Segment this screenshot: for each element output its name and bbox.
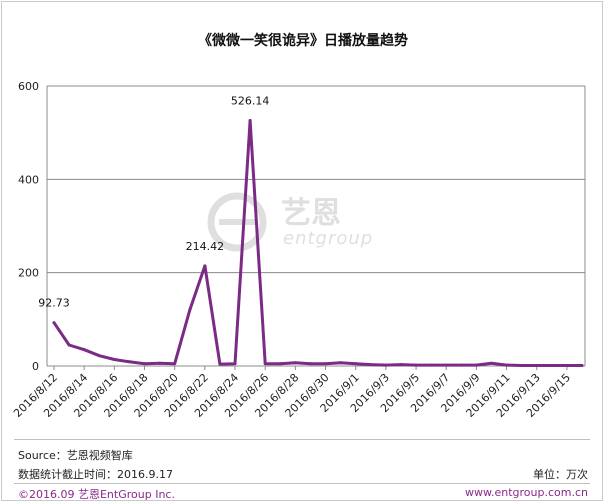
cutoff-note: 数据统计截止时间：2016.9.17 xyxy=(18,468,173,481)
data-label: 214.42 xyxy=(186,240,225,253)
line-chart: 0 200 400 600 2016/8/122016/8/142016/8/1620… xyxy=(11,80,586,420)
y-tick-label: 200 xyxy=(18,267,39,280)
y-axis-ticks: 0 200 400 600 xyxy=(18,80,39,373)
website-link[interactable]: www.entgroup.com.cn xyxy=(465,486,588,499)
data-point xyxy=(414,363,418,367)
data-point xyxy=(293,361,297,365)
source-note: Source：艺恩视频智库 xyxy=(18,449,133,462)
data-point xyxy=(67,343,71,347)
data-point xyxy=(354,362,358,366)
data-point xyxy=(520,364,524,368)
data-point xyxy=(474,363,478,367)
data-point xyxy=(429,363,433,367)
data-point xyxy=(248,118,252,122)
data-label: 92.73 xyxy=(38,297,70,310)
data-point xyxy=(233,362,237,366)
series-line xyxy=(52,118,584,368)
data-point xyxy=(535,364,539,368)
y-tick-label: 400 xyxy=(18,173,39,186)
data-point xyxy=(263,362,267,366)
data-point xyxy=(308,362,312,366)
data-point xyxy=(97,354,101,358)
data-point xyxy=(218,362,222,366)
data-point xyxy=(384,363,388,367)
data-label: 526.14 xyxy=(231,94,270,107)
data-point xyxy=(489,361,493,365)
data-point xyxy=(203,264,207,268)
data-point xyxy=(127,360,131,364)
data-point xyxy=(565,364,569,368)
data-point xyxy=(188,308,192,312)
y-tick-label: 0 xyxy=(32,360,39,373)
unit-note: 单位：万次 xyxy=(533,468,588,481)
data-point xyxy=(143,362,147,366)
x-axis-ticks: 2016/8/122016/8/142016/8/162016/8/182016… xyxy=(11,366,573,420)
y-tick-label: 600 xyxy=(18,80,39,93)
data-point xyxy=(399,363,403,367)
footer-divider-bottom xyxy=(14,483,590,484)
data-point xyxy=(339,361,343,365)
grid-lines xyxy=(46,85,586,367)
data-point xyxy=(278,362,282,366)
footer-divider-top xyxy=(14,439,590,440)
data-point xyxy=(550,364,554,368)
data-point xyxy=(459,363,463,367)
data-point xyxy=(52,321,56,325)
data-point xyxy=(173,362,177,366)
data-point xyxy=(158,361,162,365)
copyright-note: ©2016.09 艺恩EntGroup Inc. xyxy=(18,488,175,501)
data-point xyxy=(369,363,373,367)
data-point xyxy=(444,363,448,367)
data-point xyxy=(505,363,509,367)
data-point xyxy=(580,364,584,368)
data-point xyxy=(112,357,116,361)
data-point xyxy=(82,348,86,352)
data-labels: 92.73 214.42 526.14 xyxy=(38,94,269,309)
series-line-views xyxy=(52,119,584,367)
data-point xyxy=(324,362,328,366)
